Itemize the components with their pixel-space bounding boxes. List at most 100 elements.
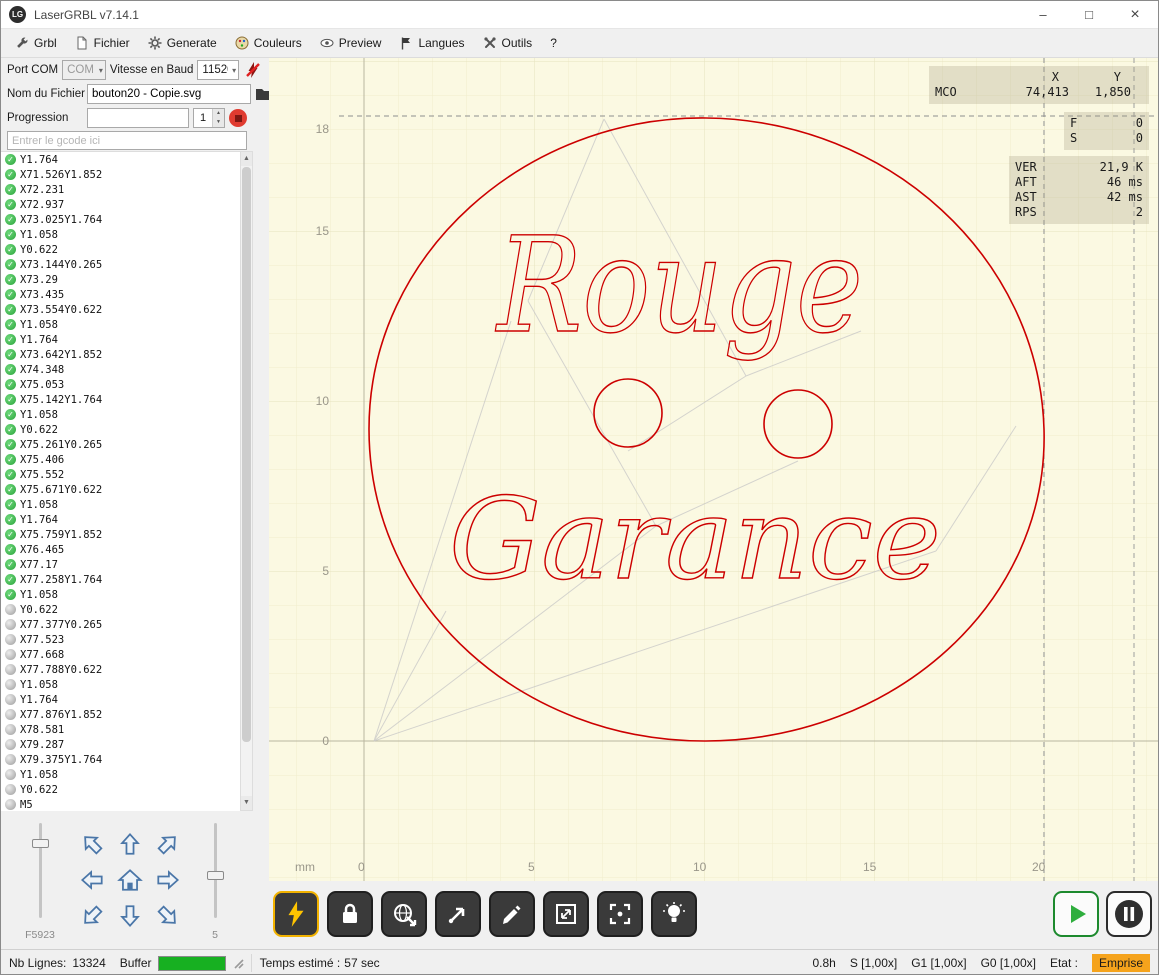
feed-slider[interactable]	[31, 823, 49, 918]
menu-label: Couleurs	[254, 36, 302, 50]
baud-value: 115200	[202, 64, 228, 76]
state-badge: Emprise	[1092, 954, 1150, 972]
step-slider[interactable]	[206, 823, 224, 918]
play-icon	[1061, 899, 1091, 929]
port-select[interactable]: COM ▾	[62, 60, 106, 80]
preview-canvas[interactable]: Rouge Garance 18 15 10 5 0 0 5 10 15 20 …	[269, 58, 1159, 881]
gcode-command-input[interactable]	[7, 131, 247, 150]
gcode-status-icon	[5, 499, 16, 510]
menu-outils[interactable]: Outils	[475, 32, 541, 54]
baud-select[interactable]: 115200 ▾	[197, 60, 239, 80]
y-tick-label: 5	[307, 564, 329, 578]
menu-help[interactable]: ?	[542, 32, 565, 54]
gcode-line: X75.759Y1.852	[1, 527, 240, 542]
gcode-text: X72.231	[20, 184, 64, 196]
gcode-line: X72.231	[1, 182, 240, 197]
gcode-status-icon	[5, 604, 16, 615]
progress-input[interactable]	[87, 108, 189, 128]
scroll-down-icon[interactable]: ▼	[241, 796, 252, 810]
gcode-text: X77.17	[20, 559, 58, 571]
tools-icon	[483, 36, 497, 50]
gcode-text: X77.668	[20, 649, 64, 661]
power-button[interactable]	[273, 891, 319, 937]
lock-button[interactable]	[327, 891, 373, 937]
gcode-line: X77.876Y1.852	[1, 707, 240, 722]
gcode-text: X75.142Y1.764	[20, 394, 102, 406]
spin-up-icon[interactable]: ▲	[213, 109, 224, 118]
gcode-status-icon	[5, 364, 16, 375]
frame-size-button[interactable]	[543, 891, 589, 937]
minimize-button[interactable]: –	[1020, 1, 1066, 28]
stop-button[interactable]	[229, 109, 247, 127]
gcode-line: Y1.058	[1, 587, 240, 602]
menu-couleurs[interactable]: Couleurs	[227, 32, 310, 54]
file-name-input[interactable]	[87, 84, 251, 104]
move-to-position-button[interactable]	[435, 891, 481, 937]
jog-left-button[interactable]	[73, 862, 111, 898]
gcode-line: Y1.058	[1, 767, 240, 782]
maximize-button[interactable]: □	[1066, 1, 1112, 28]
gcode-status-icon	[5, 184, 16, 195]
jog-up-left-button[interactable]	[73, 826, 111, 862]
scroll-thumb[interactable]	[242, 167, 251, 742]
disconnect-bolt-icon	[244, 61, 262, 79]
pause-button[interactable]	[1106, 891, 1152, 937]
gcode-list[interactable]: Y1.764 X71.526Y1.852 X72.231 X72.937 X73…	[1, 151, 240, 811]
menu-grbl[interactable]: Grbl	[7, 32, 65, 54]
scroll-up-icon[interactable]: ▲	[241, 152, 252, 166]
jog-up-button[interactable]	[111, 826, 149, 862]
menu-preview[interactable]: Preview	[312, 32, 390, 54]
gcode-scrollbar[interactable]: ▲ ▼	[240, 151, 253, 811]
blink-laser-button[interactable]	[651, 891, 697, 937]
jog-pad	[73, 826, 187, 934]
gcode-text: X75.406	[20, 454, 64, 466]
jog-down-button[interactable]	[111, 898, 149, 934]
gcode-status-icon	[5, 679, 16, 690]
trace-border-button[interactable]	[489, 891, 535, 937]
spin-down-icon[interactable]: ▼	[213, 118, 224, 127]
gcode-line: X73.554Y0.622	[1, 302, 240, 317]
jog-up-right-button[interactable]	[149, 826, 187, 862]
feed-slider-thumb[interactable]	[32, 839, 49, 848]
jog-right-button[interactable]	[149, 862, 187, 898]
menu-fichier[interactable]: Fichier	[67, 32, 138, 54]
stat-value: 21,9 K	[1100, 160, 1143, 175]
gcode-line: X79.375Y1.764	[1, 752, 240, 767]
s-override: S [1,00x]	[850, 956, 897, 970]
gcode-text: X73.144Y0.265	[20, 259, 102, 271]
jog-down-left-button[interactable]	[73, 898, 111, 934]
focus-button[interactable]	[597, 891, 643, 937]
gcode-line: X76.465	[1, 542, 240, 557]
jog-down-right-button[interactable]	[149, 898, 187, 934]
gcode-status-icon	[5, 514, 16, 525]
time-label: Temps estimé :	[260, 956, 341, 970]
gcode-status-icon	[5, 349, 16, 360]
gcode-text: X73.435	[20, 289, 64, 301]
step-slider-thumb[interactable]	[207, 871, 224, 880]
gcode-status-icon	[5, 529, 16, 540]
unit-label: mm	[295, 860, 315, 874]
gcode-status-icon	[5, 424, 16, 435]
close-button[interactable]: ×	[1112, 1, 1158, 28]
status-bar: Nb Lignes: 13324 Buffer Temps estimé : 5…	[1, 949, 1158, 975]
menu-generate[interactable]: Generate	[140, 32, 225, 54]
gcode-line: X73.025Y1.764	[1, 212, 240, 227]
gcode-text: Y0.622	[20, 784, 58, 796]
go-to-origin-button[interactable]	[381, 891, 427, 937]
gcode-status-icon	[5, 394, 16, 405]
gcode-text: X78.581	[20, 724, 64, 736]
gcode-status-icon	[5, 229, 16, 240]
gcode-line: Y1.764	[1, 692, 240, 707]
elapsed-hours: 0.8h	[812, 956, 835, 970]
gcode-status-icon	[5, 649, 16, 660]
jog-home-button[interactable]	[111, 862, 149, 898]
pass-count-spinner[interactable]: 1 ▲▼	[193, 108, 225, 128]
stat-row: VER 21,9 K	[1015, 160, 1143, 175]
menu-label: Langues	[418, 36, 464, 50]
menu-langues[interactable]: Langues	[391, 32, 472, 54]
y-tick-label: 0	[307, 734, 329, 748]
stop-icon	[235, 115, 242, 122]
play-button[interactable]	[1053, 891, 1099, 937]
disconnect-button[interactable]	[243, 60, 263, 80]
gcode-line: X77.523	[1, 632, 240, 647]
